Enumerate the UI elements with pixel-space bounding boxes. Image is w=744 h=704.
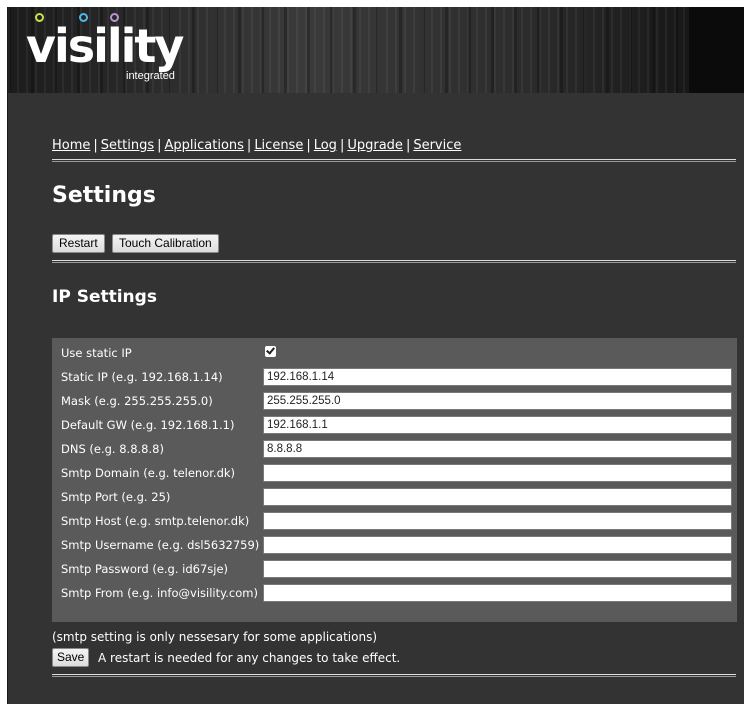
use-static-ip-label: Use static IP bbox=[61, 346, 132, 360]
smtp-host-input[interactable] bbox=[263, 512, 732, 530]
smtp-note: (smtp setting is only nessesary for some… bbox=[52, 630, 378, 644]
touch-calibration-button[interactable]: Touch Calibration bbox=[112, 234, 219, 253]
smtp-password-input[interactable] bbox=[263, 560, 732, 578]
dns-input[interactable]: 8.8.8.8 bbox=[263, 440, 732, 458]
use-static-ip-checkbox[interactable] bbox=[265, 346, 276, 357]
nav-separator: | bbox=[306, 138, 311, 153]
nav-settings[interactable]: Settings bbox=[101, 138, 154, 153]
nav-service[interactable]: Service bbox=[413, 138, 461, 153]
nav-home[interactable]: Home bbox=[52, 138, 90, 153]
smtp-username-input[interactable] bbox=[263, 536, 732, 554]
form-row-smtp-host: Smtp Host (e.g. smtp.telenor.dk) bbox=[52, 511, 737, 533]
form-row-smtp-username: Smtp Username (e.g. dsl5632759) bbox=[52, 535, 737, 557]
field-label: Smtp Username (e.g. dsl5632759) bbox=[61, 538, 260, 552]
form-row-use-static-ip: Use static IP bbox=[52, 343, 737, 365]
field-label: DNS (e.g. 8.8.8.8) bbox=[61, 442, 164, 456]
divider bbox=[52, 260, 736, 263]
visility-logo: visility integrated bbox=[26, 13, 196, 85]
field-label: Mask (e.g. 255.255.255.0) bbox=[61, 394, 213, 408]
form-row-dns: DNS (e.g. 8.8.8.8) 8.8.8.8 bbox=[52, 439, 737, 461]
form-row-smtp-password: Smtp Password (e.g. id67sje) bbox=[52, 559, 737, 581]
section-title-ip-settings: IP Settings bbox=[52, 287, 157, 307]
divider bbox=[52, 674, 736, 677]
field-label: Smtp Host (e.g. smtp.telenor.dk) bbox=[61, 514, 250, 528]
restart-button[interactable]: Restart bbox=[52, 234, 105, 253]
field-label: Smtp From (e.g. info@visility.com) bbox=[61, 586, 258, 600]
form-row-static-ip: Static IP (e.g. 192.168.1.14) 192.168.1.… bbox=[52, 367, 737, 389]
main-nav: Home | Settings | Applications | License | Log | U… bbox=[52, 138, 461, 153]
form-row-smtp-from: Smtp From (e.g. info@visility.com) bbox=[52, 583, 737, 605]
ip-settings-form: Use static IP Static IP (e.g. 192.168.1.… bbox=[52, 338, 737, 622]
mask-input[interactable]: 255.255.255.0 bbox=[263, 392, 732, 410]
smtp-domain-input[interactable] bbox=[263, 464, 732, 482]
static-ip-input[interactable]: 192.168.1.14 bbox=[263, 368, 732, 386]
nav-license[interactable]: License bbox=[254, 138, 303, 153]
nav-separator: | bbox=[246, 138, 252, 153]
nav-log[interactable]: Log bbox=[314, 138, 337, 153]
page-title: Settings bbox=[52, 183, 156, 208]
nav-applications[interactable]: Applications bbox=[165, 138, 244, 153]
field-label: Default GW (e.g. 192.168.1.1) bbox=[61, 418, 235, 432]
logo-wordmark: visility bbox=[26, 19, 184, 73]
smtp-port-input[interactable] bbox=[263, 488, 732, 506]
field-label: Smtp Password (e.g. id67sje) bbox=[61, 562, 229, 576]
form-row-smtp-port: Smtp Port (e.g. 25) bbox=[52, 487, 737, 509]
logo-subtitle: integrated bbox=[126, 70, 175, 82]
field-label: Smtp Port (e.g. 25) bbox=[61, 490, 171, 504]
page-frame: visility integrated Home | Settings | Applic… bbox=[7, 7, 744, 704]
header-end-block bbox=[689, 7, 744, 93]
divider bbox=[52, 159, 736, 162]
nav-separator: | bbox=[93, 138, 98, 153]
field-label: Static IP (e.g. 192.168.1.14) bbox=[61, 370, 223, 384]
nav-separator: | bbox=[405, 138, 411, 153]
form-row-mask: Mask (e.g. 255.255.255.0) 255.255.255.0 bbox=[52, 391, 737, 413]
form-row-default-gw: Default GW (e.g. 192.168.1.1) 192.168.1.… bbox=[52, 415, 737, 437]
form-row-smtp-domain: Smtp Domain (e.g. telenor.dk) bbox=[52, 463, 737, 485]
save-button[interactable]: Save bbox=[52, 648, 90, 667]
restart-note: A restart is needed for any changes to t… bbox=[98, 651, 401, 665]
smtp-from-input[interactable] bbox=[263, 584, 732, 602]
default-gw-input[interactable]: 192.168.1.1 bbox=[263, 416, 732, 434]
field-label: Smtp Domain (e.g. telenor.dk) bbox=[61, 466, 236, 480]
nav-upgrade[interactable]: Upgrade bbox=[347, 138, 403, 153]
nav-separator: | bbox=[157, 138, 162, 153]
header-banner: visility integrated bbox=[8, 7, 744, 93]
nav-separator: | bbox=[339, 138, 345, 153]
